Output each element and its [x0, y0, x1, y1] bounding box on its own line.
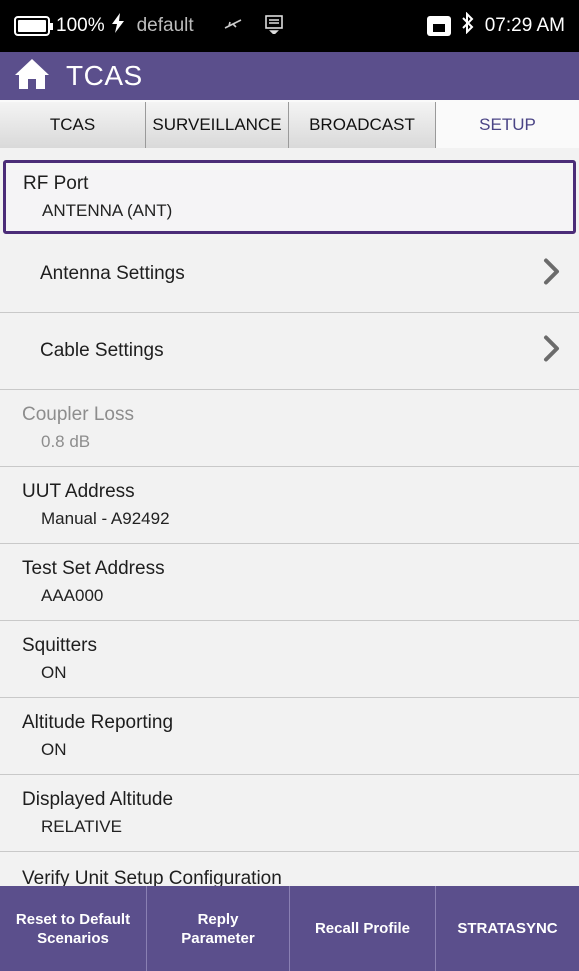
cable-settings-row[interactable]: Cable Settings — [0, 313, 579, 390]
profile-name: default — [136, 15, 194, 36]
uut-address-row[interactable]: UUT Address Manual - A92492 — [0, 467, 579, 544]
verify-unit-row[interactable]: Verify Unit Setup Configuration — [0, 852, 579, 886]
settings-list[interactable]: RF Port ANTENNA (ANT) Antenna Settings C… — [0, 160, 579, 886]
action-bar: Reset to Default Scenarios Reply Paramet… — [0, 886, 579, 971]
clock: 07:29 AM — [484, 15, 565, 36]
reset-scenarios-button[interactable]: Reset to Default Scenarios — [0, 886, 147, 971]
tab-broadcast[interactable]: BROADCAST — [289, 102, 436, 148]
cable-settings-label: Cable Settings — [40, 340, 164, 361]
battery-icon — [14, 16, 53, 36]
test-set-address-label: Test Set Address — [22, 558, 165, 579]
displayed-altitude-value: RELATIVE — [41, 817, 122, 836]
coupler-loss-label: Coupler Loss — [22, 404, 134, 425]
title-bar: TCAS — [0, 52, 579, 100]
status-bar: 100% default 07:29 AM — [0, 0, 579, 52]
uut-address-label: UUT Address — [22, 481, 135, 502]
chevron-right-icon — [543, 335, 561, 368]
bluetooth-icon — [461, 11, 475, 40]
reply-parameter-button[interactable]: Reply Parameter — [147, 886, 290, 971]
home-icon — [12, 56, 52, 97]
displayed-altitude-row[interactable]: Displayed Altitude RELATIVE — [0, 775, 579, 852]
ethernet-icon — [426, 16, 451, 36]
rf-port-value: ANTENNA (ANT) — [42, 201, 173, 220]
rf-port-label: RF Port — [23, 173, 89, 194]
usb-icon — [224, 17, 242, 35]
page-title: TCAS — [66, 60, 143, 91]
tab-bar: TCAS SURVEILLANCE BROADCAST SETUP — [0, 100, 579, 148]
coupler-loss-value: 0.8 dB — [41, 432, 91, 451]
lightning-icon — [111, 13, 125, 39]
stratasync-button[interactable]: STRATASYNC — [436, 886, 579, 971]
notification-icon — [264, 14, 284, 39]
altitude-reporting-value: ON — [41, 740, 67, 759]
tab-setup[interactable]: SETUP — [436, 102, 579, 148]
rf-port-row[interactable]: RF Port ANTENNA (ANT) — [3, 160, 576, 234]
recall-profile-button[interactable]: Recall Profile — [290, 886, 436, 971]
displayed-altitude-label: Displayed Altitude — [22, 789, 174, 810]
verify-unit-label: Verify Unit Setup Configuration — [22, 868, 282, 886]
home-button[interactable] — [8, 52, 56, 100]
battery-level: 100% — [56, 15, 105, 36]
squitters-label: Squitters — [22, 635, 97, 656]
uut-address-value: Manual - A92492 — [41, 509, 170, 528]
test-set-address-value: AAA000 — [41, 586, 104, 605]
chevron-right-icon — [543, 258, 561, 291]
antenna-settings-label: Antenna Settings — [40, 263, 185, 284]
squitters-row[interactable]: Squitters ON — [0, 621, 579, 698]
altitude-reporting-row[interactable]: Altitude Reporting ON — [0, 698, 579, 775]
altitude-reporting-label: Altitude Reporting — [22, 712, 174, 733]
tab-tcas[interactable]: TCAS — [0, 102, 146, 148]
test-set-address-row[interactable]: Test Set Address AAA000 — [0, 544, 579, 621]
antenna-settings-row[interactable]: Antenna Settings — [0, 236, 579, 313]
tab-surveillance[interactable]: SURVEILLANCE — [146, 102, 289, 148]
coupler-loss-row: Coupler Loss 0.8 dB — [0, 390, 579, 467]
squitters-value: ON — [41, 663, 67, 682]
